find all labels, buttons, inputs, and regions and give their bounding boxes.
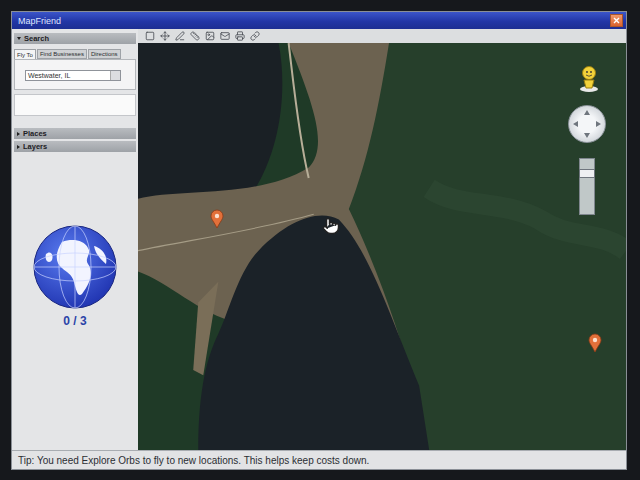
print-button[interactable] [234,31,245,42]
section-header[interactable]: Layers [14,141,136,152]
close-icon [613,17,620,24]
map-view[interactable] [138,43,626,450]
image-icon [205,31,215,41]
ruler-icon [190,31,200,41]
globe-icon [32,224,118,310]
location-field[interactable]: Westwater, IL [25,70,121,81]
app-window: MapFriend Search Fly ToFind BusinessesDire… [11,11,627,470]
image-button[interactable] [204,31,215,42]
sidebar: Search Fly ToFind BusinessesDirections Wes… [12,29,138,450]
mail-icon [220,31,230,41]
link-icon [250,31,260,41]
map-pin[interactable] [210,209,224,229]
draw-button[interactable] [174,31,185,42]
pin-icon [588,333,602,353]
search-tabs: Fly ToFind BusinessesDirections [14,49,136,59]
search-tab[interactable]: Fly To [14,49,36,59]
orb-counter: 0 / 3 [14,154,136,328]
move-icon [160,31,170,41]
pen-icon [175,31,185,41]
section-header[interactable]: Places [14,128,136,139]
status-bar: Tip: You need Explore Orbs to fly to new… [12,450,626,469]
satellite-image [138,43,626,450]
pegman[interactable] [578,65,600,93]
location-input[interactable]: Westwater, IL [26,71,110,80]
square-icon [145,31,155,41]
section-header[interactable]: Search [14,33,136,44]
map-pin[interactable] [588,333,602,353]
zoom-slider[interactable] [579,158,595,215]
search-panel: Fly ToFind BusinessesDirections Westwater… [14,46,136,126]
view-button[interactable] [144,31,155,42]
hand-cursor-icon [322,217,340,235]
move-button[interactable] [159,31,170,42]
mail-button[interactable] [219,31,230,42]
ruler-button[interactable] [189,31,200,42]
search-button[interactable] [110,71,120,80]
search-tab[interactable]: Find Businesses [37,49,87,59]
screen: MapFriend Search Fly ToFind BusinessesDire… [0,0,640,480]
tip-text: Tip: You need Explore Orbs to fly to new… [18,455,369,466]
tab-body: Westwater, IL [14,59,136,90]
link-button[interactable] [249,31,260,42]
close-button[interactable] [610,14,623,27]
zoom-thumb[interactable] [579,169,595,178]
expand-icon [17,145,20,149]
pegman-icon [578,65,600,93]
title-bar: MapFriend [12,12,626,29]
pan-control[interactable] [568,105,606,143]
cursor [322,217,340,239]
expand-icon [17,132,20,136]
pin-icon [210,209,224,229]
window-title: MapFriend [18,16,61,26]
compass-icon [569,106,605,142]
toolbar [138,29,626,43]
expand-icon [17,37,21,40]
search-tab[interactable]: Directions [88,49,121,59]
printer-icon [235,31,245,41]
results-box [14,94,136,116]
orb-count: 0 / 3 [63,314,86,328]
